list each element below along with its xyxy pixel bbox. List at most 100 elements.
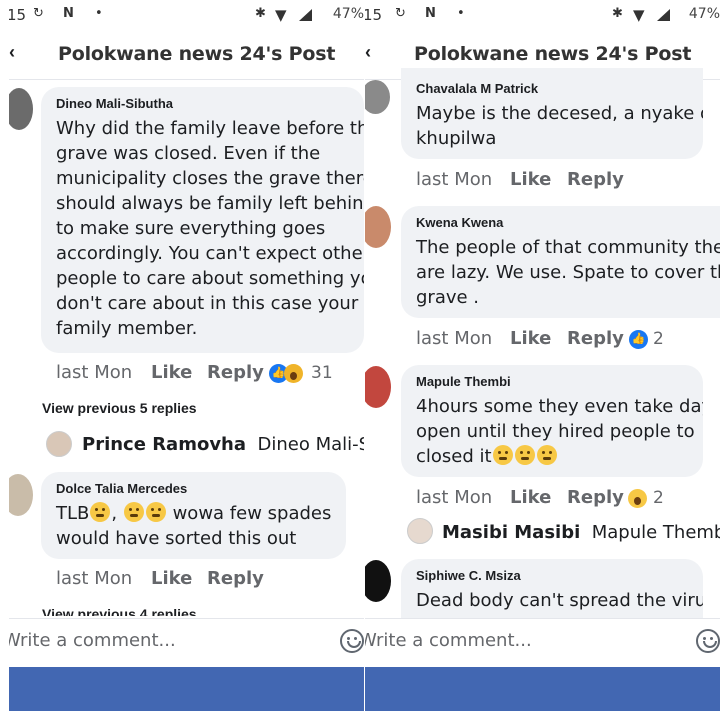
comment-bubble[interactable]: Dineo Mali-Sibutha Why did the family le…: [41, 87, 364, 353]
reply-button[interactable]: Reply: [207, 568, 264, 589]
like-button[interactable]: Like: [151, 362, 192, 383]
avatar[interactable]: [365, 80, 390, 114]
page-title: Polokwane news 24's Post: [414, 43, 692, 65]
back-arrow-icon[interactable]: ‹: [365, 42, 371, 63]
reply-preview[interactable]: Prince Ramovha Dineo Mali-Si...: [82, 434, 364, 455]
comment-line: khupilwa: [416, 128, 497, 149]
reply-preview[interactable]: Masibi Masibi Mapule Thembi...: [442, 522, 720, 543]
comment-line: don't care about in this case your: [56, 293, 359, 314]
avatar[interactable]: [365, 560, 391, 602]
avatar[interactable]: [46, 431, 72, 457]
reply-author: Masibi Masibi: [442, 522, 581, 543]
status-bar: 15 ↻ N • ✱ ▼ 47%: [9, 0, 364, 30]
comment-time: last Mon: [416, 487, 493, 508]
comment-bubble[interactable]: Mapule Thembi 4hours some they even take…: [401, 365, 703, 477]
comment-line: would have sorted this out: [56, 528, 297, 549]
avatar[interactable]: [365, 366, 391, 408]
comment-time: last Mon: [56, 568, 133, 589]
app-notification-icon: N: [425, 6, 436, 21]
back-arrow-icon[interactable]: ‹: [9, 42, 15, 63]
comment-time: last Mon: [416, 169, 493, 190]
avatar[interactable]: [365, 206, 391, 248]
laughing-emoji-icon: [123, 502, 144, 522]
dot-icon: •: [95, 6, 103, 21]
comment-line: are lazy. We use. Spate to cover the: [416, 262, 720, 283]
page-title: Polokwane news 24's Post: [58, 43, 336, 65]
comment-fragment: wowa few spades: [172, 503, 332, 524]
comment-text: 4hours some they even take days open unt…: [416, 394, 703, 469]
comment-bubble[interactable]: Chavalala M Patrick Maybe is the decesed…: [401, 68, 703, 159]
bluetooth-icon: ✱: [612, 6, 623, 21]
comment-line: Why did the family leave before the: [56, 118, 364, 139]
status-bar: 15 ↻ N • ✱ ▼ 47%: [365, 0, 720, 30]
wifi-icon: ▼: [275, 6, 287, 24]
haha-reaction-icon: [284, 364, 303, 383]
comment-line: Dead body can't spread the virus: [416, 590, 703, 611]
like-button[interactable]: Like: [510, 328, 551, 349]
comment-line: open until they hired people to: [416, 421, 695, 442]
zipper-mouth-emoji-icon: [514, 445, 535, 465]
screenshot-collage: 15 ↻ N • ✱ ▼ 47% ‹ Polokwane news 24's P…: [0, 0, 720, 720]
comment-text: TLB, wowa few spades would have sorted t…: [56, 501, 331, 551]
reaction-count[interactable]: 2: [653, 488, 664, 508]
comment-text: Why did the family leave before the grav…: [56, 116, 364, 341]
avatar[interactable]: [9, 474, 33, 516]
left-screen: 15 ↻ N • ✱ ▼ 47% ‹ Polokwane news 24's P…: [9, 0, 364, 720]
comment-input[interactable]: Write a comment...: [9, 630, 176, 651]
status-time: 15: [365, 6, 383, 24]
wifi-icon: ▼: [633, 6, 645, 24]
comment-line: should always be family left behind: [56, 193, 364, 214]
eyeroll-emoji-icon: [90, 502, 111, 522]
comment-line: grave was closed. Even if the: [56, 143, 321, 164]
signal-icon: [299, 9, 312, 21]
comment-composer: Write a comment...: [365, 618, 720, 666]
comment-line: Maybe is the decesed, a nyake o: [416, 103, 703, 124]
comment-time: last Mon: [56, 362, 133, 383]
zipper-mouth-emoji-icon: [536, 445, 557, 465]
comment-line: accordingly. You can't expect other: [56, 243, 364, 264]
reply-button[interactable]: Reply: [567, 487, 624, 508]
comment-line: The people of that community they: [416, 237, 720, 258]
comment-text: Dead body can't spread the virus: [416, 588, 703, 613]
sync-icon: ↻: [33, 6, 44, 21]
comment-author[interactable]: Siphiwe C. Msiza: [416, 568, 521, 583]
reaction-count[interactable]: 2: [653, 329, 664, 349]
comment-input[interactable]: Write a comment...: [365, 630, 532, 651]
comment-author[interactable]: Kwena Kwena: [416, 215, 503, 230]
emoji-smiley-icon[interactable]: [696, 629, 720, 653]
comment-fragment: TLB: [56, 503, 90, 524]
comment-author[interactable]: Chavalala M Patrick: [416, 81, 538, 96]
wow-reaction-icon: [628, 489, 647, 508]
like-button[interactable]: Like: [510, 487, 551, 508]
reaction-count[interactable]: 31: [311, 363, 333, 383]
comment-bubble[interactable]: Siphiwe C. Msiza Dead body can't spread …: [401, 559, 703, 619]
comment-author[interactable]: Dolce Talia Mercedes: [56, 481, 187, 496]
dot-icon: •: [457, 6, 465, 21]
comment-author[interactable]: Mapule Thembi: [416, 374, 511, 389]
view-previous-replies[interactable]: View previous 5 replies: [42, 400, 197, 416]
like-reaction-icon: 👍: [629, 330, 648, 349]
like-button[interactable]: Like: [151, 568, 192, 589]
reply-author: Prince Ramovha: [82, 434, 247, 455]
view-previous-replies[interactable]: View previous 4 replies: [42, 606, 197, 616]
reply-button[interactable]: Reply: [207, 362, 264, 383]
reply-button[interactable]: Reply: [567, 328, 624, 349]
avatar[interactable]: [9, 88, 33, 130]
comment-line: closed it: [416, 444, 703, 469]
comment-author[interactable]: Dineo Mali-Sibutha: [56, 96, 173, 111]
comment-line: municipality closes the grave there: [56, 168, 364, 189]
reply-button[interactable]: Reply: [567, 169, 624, 190]
comment-text: The people of that community they are la…: [416, 235, 720, 310]
emoji-smiley-icon[interactable]: [340, 629, 364, 653]
sync-icon: ↻: [395, 6, 406, 21]
comment-line: TLB, wowa few spades: [56, 501, 331, 526]
comment-time: last Mon: [416, 328, 493, 349]
comment-line: family member.: [56, 318, 198, 339]
comment-bubble[interactable]: Kwena Kwena The people of that community…: [401, 206, 720, 318]
like-button[interactable]: Like: [510, 169, 551, 190]
battery-level: 47%: [332, 6, 364, 22]
comment-text: Maybe is the decesed, a nyake o khupilwa: [416, 101, 703, 151]
bluetooth-icon: ✱: [255, 6, 266, 21]
avatar[interactable]: [407, 518, 433, 544]
comment-bubble[interactable]: Dolce Talia Mercedes TLB, wowa few spade…: [41, 472, 346, 559]
